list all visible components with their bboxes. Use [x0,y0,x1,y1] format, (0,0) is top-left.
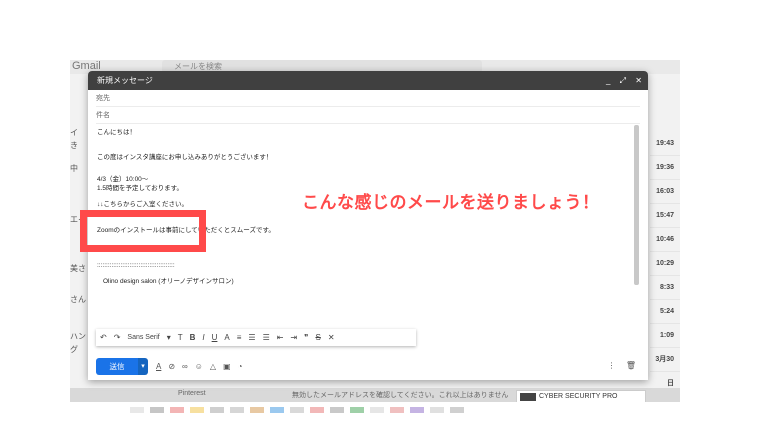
attach-icon[interactable]: ⊘ [168,362,175,371]
annotation-text: こんな感じのメールを送りましょう！ [302,193,600,212]
photo-icon[interactable]: ▣ [223,362,231,371]
bottom-text-2: 無効したメールアドレスを確認してください。これ以上はありません [292,392,509,399]
more-options-icon[interactable]: ⋮ [608,361,616,370]
action-right-icons: ⋮ 🗑 [600,361,636,370]
minimize-icon[interactable]: _ [606,76,610,85]
email-time: 15:47 [650,204,680,228]
font-family-select[interactable]: Sans Serif [127,334,159,341]
fullscreen-icon[interactable]: ⤢ [620,76,626,85]
quote-icon[interactable]: ❞ [304,333,308,342]
redo-icon[interactable]: ↷ [114,333,121,342]
email-time: 19:43 [650,132,680,156]
send-button[interactable]: 送信 [96,357,138,375]
email-time: 8:33 [650,276,680,300]
font-size-icon[interactable]: T [178,333,183,342]
body-line: この度はインスタ講座にお申し込みありがとうございます！ [97,154,273,161]
email-time: 3月30日 [650,348,680,387]
email-time: 19:36 [650,156,680,180]
align-icon[interactable]: ≡ [237,333,242,342]
bold-icon[interactable]: B [190,333,196,342]
compose-header: 新規メッセージ _ ⤢ ✕ [88,71,648,90]
email-time: 16:03 [650,180,680,204]
list-item: ハング [70,332,86,354]
list-item: イ [70,128,78,137]
link-icon[interactable]: ∞ [182,362,188,371]
clear-format-icon[interactable]: ✕ [328,333,335,342]
compose-title: 新規メッセージ [97,76,153,85]
highlight-box [80,210,206,252]
background-times: 19:43 19:36 16:03 15:47 10:46 10:29 8:33… [650,132,680,387]
chevron-down-icon: ▾ [166,333,171,342]
italic-icon[interactable]: I [202,333,204,342]
confidential-icon[interactable]: ◔ [238,362,243,371]
email-time: 10:29 [650,252,680,276]
email-time: 5:24 [650,300,680,324]
send-options-button[interactable]: ▾ [138,357,148,375]
drive-icon[interactable]: △ [210,362,216,371]
subject-field[interactable]: 件名 [96,107,640,124]
format-text-icon[interactable]: A [156,362,161,371]
list-item: 美さ [70,264,86,273]
list-item: さん [70,295,86,304]
body-line: こんにちは！ [97,129,136,136]
formatting-toolbar: ↶ ↷ Sans Serif ▾ T B I U A ≡ ☰ ☰ ⇤ ⇥ ❞ S… [96,329,416,346]
numbered-list-icon[interactable]: ☰ [248,333,255,342]
body-separator: ::::::::::::::::::::::::::::::::::::::::… [97,262,175,269]
indent-less-icon[interactable]: ⇤ [277,333,284,342]
text-color-icon[interactable]: A [224,333,229,342]
window-controls: _ ⤢ ✕ [599,71,642,90]
undo-icon[interactable]: ↶ [100,333,107,342]
bottom-text: Pinterest [178,390,206,397]
indent-more-icon[interactable]: ⇥ [290,333,297,342]
screenshot-stage: Gmail ⌕ メールを検索 イ き 中 エイ 美さ さん ハング 19:43 … [0,0,760,428]
trash-icon[interactable]: 🗑 [626,361,636,370]
scrollbar[interactable] [634,125,639,285]
body-line: Olino design salon (オリーノデザインサロン) [103,278,234,285]
email-time: 10:46 [650,228,680,252]
strikethrough-icon[interactable]: S [315,333,320,342]
close-icon[interactable]: ✕ [635,76,642,85]
compose-actions: 送信 ▾ A ⊘ ∞ ☺ △ ▣ ◔ ⋮ 🗑 [88,355,648,377]
email-time: 1:09 [650,324,680,348]
to-field[interactable]: 宛先 [96,90,640,107]
body-line: 4/3（金）10:00～ [97,176,149,183]
list-item: 中 [70,164,78,173]
emoji-icon[interactable]: ☺ [195,362,203,371]
underline-icon[interactable]: U [212,333,218,342]
cyber-label: CYBER SECURITY PRO [539,393,618,400]
bullet-list-icon[interactable]: ☰ [263,333,270,342]
list-item: き [70,141,78,150]
dock-strip [130,400,650,413]
